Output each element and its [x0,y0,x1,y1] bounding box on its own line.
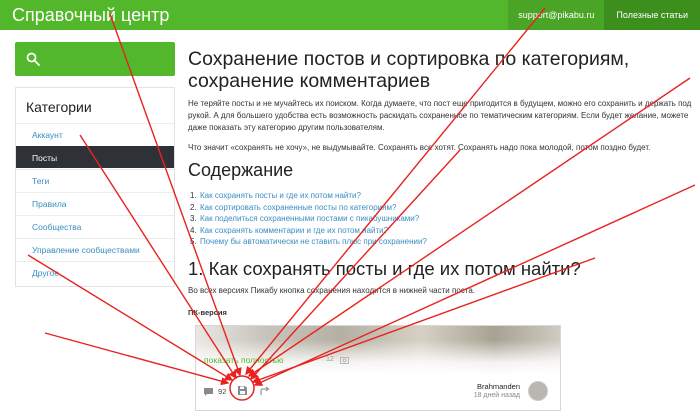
pc-version-label: ПК-версия [188,308,227,317]
comment-count[interactable]: 92 [218,387,226,396]
post-author[interactable]: Brahmanden [477,382,520,391]
top-bar: Справочный центр support@pikabu.ru Полез… [0,0,700,30]
support-email-link[interactable]: support@pikabu.ru [508,0,605,30]
image-icon [340,357,349,364]
section-paragraph: Во всех версиях Пикабу кнопка сохранения… [188,286,476,295]
article-title: Сохранение постов и сортировка по катего… [188,48,630,92]
toc-item: 1. Как сохранять посты и где их потом най… [190,191,361,200]
toc-link-4[interactable]: Как сохранять комментарии и где их потом… [200,226,388,235]
image-count: 12 [326,356,334,363]
post-preview: показать полностью 12 92 Brahmanden 18 д… [195,325,561,411]
toc-item: 4. Как сохранять комментарии и где их пот… [190,225,389,235]
toc-link-3[interactable]: Как поделиться сохраненными постами с пи… [200,214,419,223]
share-icon[interactable] [259,386,270,397]
search-button[interactable] [15,42,175,76]
post-footer: 92 Brahmanden 18 дней назад [196,376,560,410]
sidebar-item-other[interactable]: Другое [16,261,174,283]
avatar[interactable] [528,381,548,401]
article-intro: Не теряйте посты и не мучайтесь их поиск… [188,99,692,132]
useful-articles-link[interactable]: Полезные статьи [604,0,700,30]
toc-item: 2. Как сортировать сохраненные посты по к… [190,202,397,212]
toc-item: 3. Как поделиться сохраненными постами с … [190,214,420,223]
section-title: 1. Как сохранять посты и где их потом на… [188,258,581,279]
sidebar-item-account[interactable]: Аккаунт [16,123,174,145]
sidebar-item-tags[interactable]: Теги [16,169,174,191]
site-title[interactable]: Справочный центр [12,5,169,26]
sidebar-item-rules[interactable]: Правила [16,192,174,214]
sidebar-item-community-management[interactable]: Управление сообществами [16,238,174,260]
categories-title: Категории [26,99,92,115]
sidebar-item-posts[interactable]: Посты [16,146,174,168]
sidebar-item-communities[interactable]: Сообщества [16,215,174,237]
post-time: 18 дней назад [473,392,520,399]
toc-link-2[interactable]: Как сортировать сохраненные посты по кат… [200,203,396,212]
article-intro-2: Что значит «сохранять не хочу», не выдум… [188,143,651,152]
top-right-nav: support@pikabu.ru Полезные статьи [508,0,700,30]
toc-link-5[interactable]: Почему бы автоматически не ставить плюс … [200,237,427,246]
comment-icon[interactable] [203,387,214,397]
toc-link-1[interactable]: Как сохранять посты и где их потом найти… [200,191,361,200]
search-icon [26,52,40,66]
save-icon[interactable] [237,385,248,396]
toc-title: Содержание [188,160,294,180]
toc-list: 1. Как сохранять посты и где их потом най… [190,190,610,248]
categories-panel: Категории Аккаунт Посты Теги Правила Соо… [15,87,175,287]
show-full-link[interactable]: показать полностью [204,355,283,365]
toc-item: 5. Почему бы автоматически не ставить плю… [190,237,427,246]
